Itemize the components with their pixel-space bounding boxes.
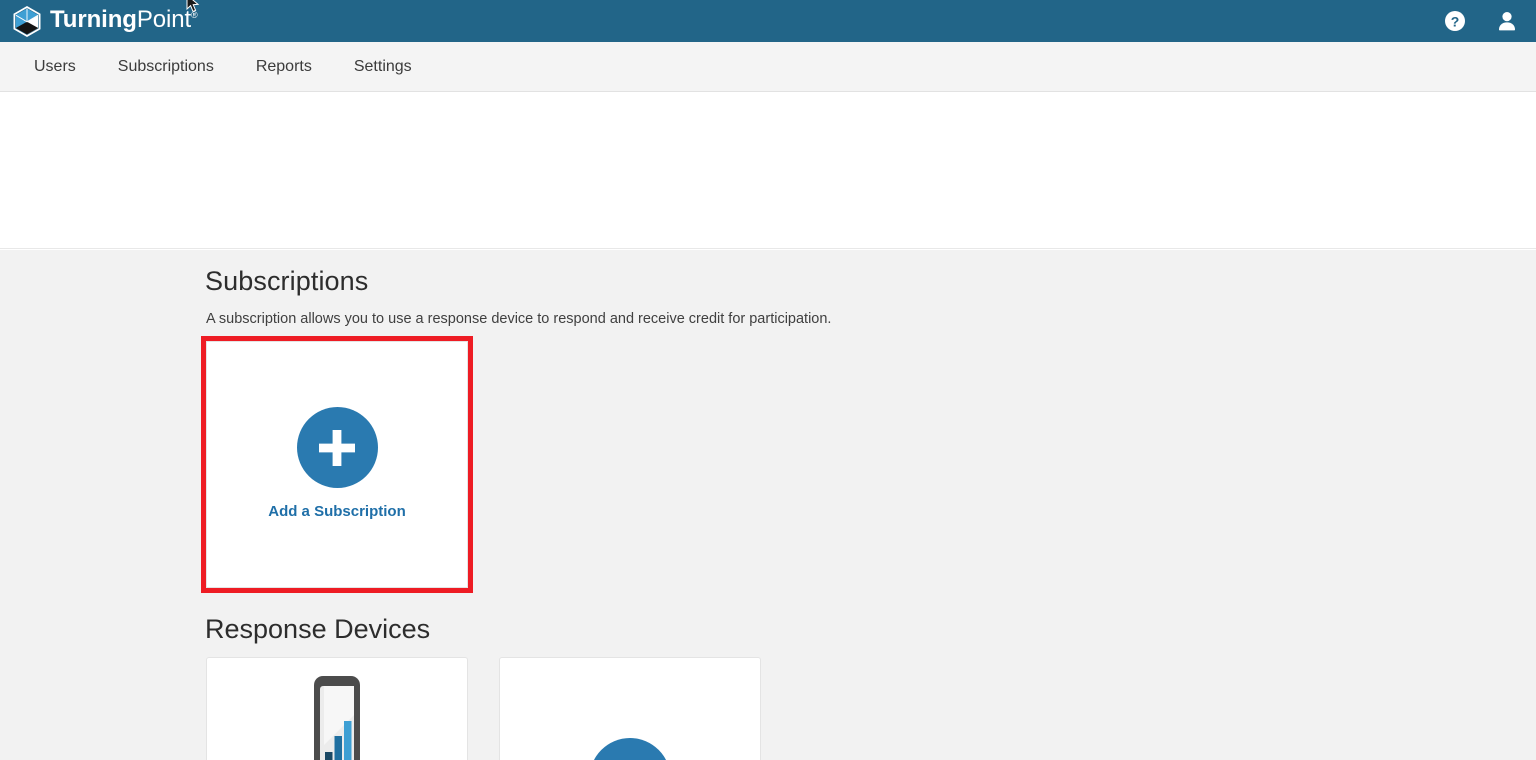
header-white-band: [0, 93, 1536, 249]
add-subscription-highlight-box: Add a Subscription: [201, 336, 473, 593]
brand-trademark: ®: [191, 10, 198, 20]
add-subscription-label: Add a Subscription: [268, 503, 406, 520]
brand-logo[interactable]: TurningPoint®: [12, 5, 198, 37]
help-circle-icon: ?: [1445, 11, 1465, 31]
main-navigation: Users Subscriptions Reports Settings: [0, 42, 1536, 92]
nav-item-settings[interactable]: Settings: [333, 42, 433, 91]
plus-glyph-icon: [319, 429, 355, 466]
plus-circle-icon: [589, 738, 671, 760]
user-account-icon: [1499, 12, 1515, 31]
help-button[interactable]: ?: [1442, 8, 1468, 34]
page-description: A subscription allows you to use a respo…: [206, 311, 832, 327]
add-subscription-content: Add a Subscription: [207, 407, 467, 520]
plus-glyph-icon: [608, 757, 652, 760]
brand-name-bold: Turning: [50, 6, 137, 33]
page-title: Subscriptions: [205, 266, 369, 296]
device-card-mobile[interactable]: [206, 657, 468, 760]
svg-text:?: ?: [1451, 13, 1460, 29]
nav-item-reports[interactable]: Reports: [235, 42, 333, 91]
brand-name-light: Point: [136, 6, 192, 33]
brand-wordmark: TurningPoint®: [50, 8, 198, 32]
brand-header-bar: TurningPoint® ?: [0, 0, 1536, 42]
response-devices-title: Response Devices: [205, 614, 431, 644]
device-card-add[interactable]: [499, 657, 761, 760]
cube-logo-icon: [13, 6, 41, 37]
nav-item-users[interactable]: Users: [13, 42, 97, 91]
plus-circle-icon: [296, 407, 378, 488]
nav-item-subscriptions[interactable]: Subscriptions: [97, 42, 235, 91]
page-content: Subscriptions A subscription allows you …: [0, 250, 1536, 760]
mobile-device-chart-icon: [314, 676, 360, 760]
header-actions: ?: [1442, 8, 1520, 34]
account-button[interactable]: [1494, 8, 1520, 34]
add-subscription-card[interactable]: Add a Subscription: [206, 341, 468, 588]
